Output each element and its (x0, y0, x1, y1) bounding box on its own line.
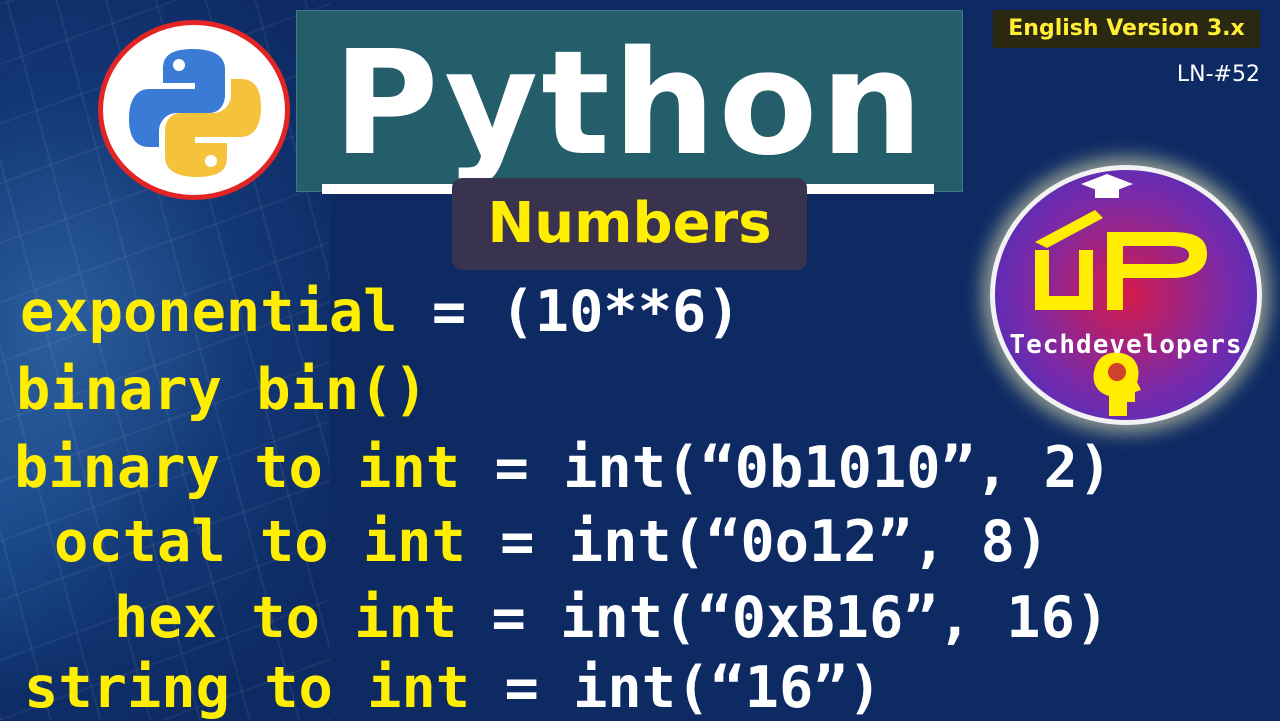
code-expression: = int(“0xB16”, 16) (491, 585, 1110, 651)
code-line-hex-to-int: hex to int = int(“0xB16”, 16) (114, 586, 1109, 650)
code-keyword: exponential (20, 279, 398, 345)
code-line-binary-bin: binary bin() (16, 358, 428, 422)
code-keyword: binary to int (14, 435, 461, 501)
title-banner: Python (296, 10, 963, 192)
code-keyword: string to int (24, 655, 471, 721)
code-expression: = int(“16”) (504, 655, 882, 721)
code-keyword: hex to int (114, 585, 458, 651)
brand-name: Techdevelopers (1009, 330, 1243, 360)
code-expression: = int(“0b1010”, 2) (494, 435, 1113, 501)
up-letters-icon (1035, 174, 1207, 416)
python-logo-icon (98, 20, 290, 200)
page-title: Python (333, 19, 926, 187)
python-snakes-icon (129, 49, 261, 177)
code-expression: = int(“0o12”, 8) (500, 509, 1050, 575)
code-line-string-to-int: string to int = int(“16”) (24, 656, 882, 720)
subtitle-banner: Numbers (452, 178, 807, 270)
version-badge: English Version 3.x (993, 10, 1260, 48)
code-line-exponential: exponential = (10**6) (20, 280, 741, 344)
code-keyword: octal to int (54, 509, 466, 575)
code-line-binary-to-int: binary to int = int(“0b1010”, 2) (14, 436, 1112, 500)
code-expression: = (10**6) (431, 279, 741, 345)
code-keyword: binary bin() (16, 357, 428, 423)
up-techdevelopers-logo-icon: Techdevelopers (990, 165, 1262, 425)
code-line-octal-to-int: octal to int = int(“0o12”, 8) (54, 510, 1049, 574)
lesson-number: LN-#52 (1176, 62, 1260, 87)
page-subtitle: Numbers (487, 191, 772, 256)
